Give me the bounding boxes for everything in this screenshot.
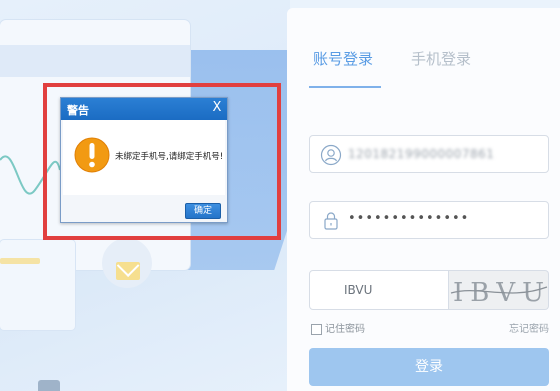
- captcha-graphic: IBVU: [450, 278, 548, 308]
- tab-account-login[interactable]: 账号登录: [313, 48, 373, 69]
- close-icon[interactable]: X: [210, 100, 224, 116]
- login-button[interactable]: 登录: [309, 348, 549, 386]
- captcha-row: IBVU IBVU: [309, 270, 549, 310]
- password-value: ••••••••••••••: [348, 211, 470, 226]
- user-icon: [320, 144, 342, 166]
- dialog-message: 未绑定手机号,请绑定手机号!: [115, 152, 224, 162]
- remember-password[interactable]: 记住密码: [311, 320, 365, 336]
- mail-icon: [116, 262, 140, 280]
- login-tabs: 账号登录 手机登录: [309, 48, 549, 98]
- decorative-line: [0, 258, 40, 264]
- remember-checkbox[interactable]: [311, 323, 322, 335]
- dialog-titlebar: 警告 X: [61, 98, 227, 120]
- ok-button[interactable]: 确定: [185, 203, 221, 219]
- username-value: 120182199000007861: [348, 147, 495, 161]
- lock-icon: [324, 212, 338, 230]
- captcha-input[interactable]: IBVU: [309, 270, 449, 310]
- warning-icon: [74, 137, 110, 173]
- tab-phone-login[interactable]: 手机登录: [411, 48, 471, 69]
- forgot-password-link[interactable]: 忘记密码: [509, 320, 549, 335]
- decorative-bottom-icon: [38, 380, 60, 391]
- dialog-body: 未绑定手机号,请绑定手机号!: [63, 120, 225, 195]
- remember-label: 记住密码: [325, 324, 365, 335]
- dialog-title: 警告: [67, 104, 89, 117]
- active-tab-indicator: [309, 86, 381, 88]
- login-panel: 账号登录 手机登录 120182199000007861 •••••••••••…: [287, 8, 560, 391]
- password-field[interactable]: ••••••••••••••: [309, 201, 549, 239]
- decorative-bar: [0, 45, 190, 77]
- captcha-image[interactable]: IBVU: [449, 270, 549, 310]
- username-field[interactable]: 120182199000007861: [309, 135, 549, 173]
- warning-dialog: 警告 X 未绑定手机号,请绑定手机号! 确定: [60, 97, 228, 223]
- decorative-card-lower: [0, 240, 75, 330]
